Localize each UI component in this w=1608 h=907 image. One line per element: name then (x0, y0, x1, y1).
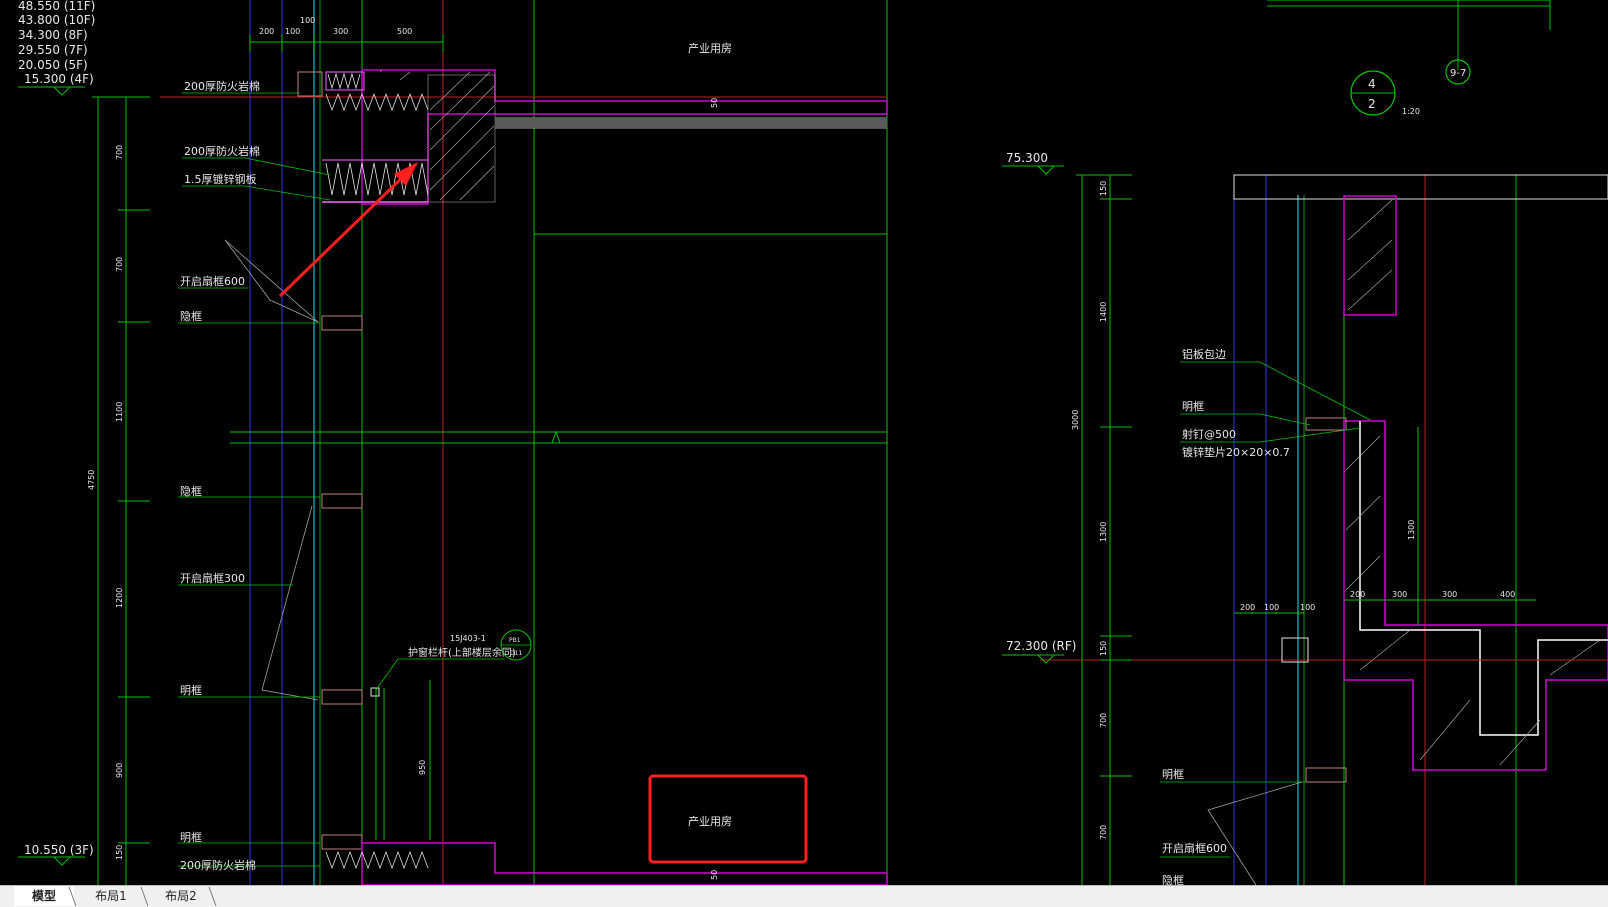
dim-rb-300b: 300 (1442, 590, 1457, 599)
level-10f: 43.800 (10F) (18, 13, 95, 27)
left-section-lines (18, 0, 888, 885)
level-5f: 20.050 (5F) (18, 58, 88, 72)
dim-rb-100a: 100 (1264, 603, 1279, 612)
room-label-bottom: 产业用房 (688, 814, 732, 828)
dim-100a: 100 (285, 27, 300, 36)
right-bottom-dimension-labels: 200 100 100 200 300 300 400 (1240, 590, 1515, 612)
tab-layout-2[interactable]: 布局2 (148, 886, 214, 906)
dim-200: 200 (259, 27, 274, 36)
right-vertical-dimension-labels: 150 1400 3000 1300 150 700 700 1300 (1071, 181, 1416, 840)
tab-model[interactable]: 模型 (14, 886, 74, 906)
dim-r-150b: 150 (1099, 641, 1108, 656)
detail-tag-scale: 1:20 (1402, 107, 1420, 116)
level-8f: 34.300 (8F) (18, 28, 88, 42)
note-hidden-frame-2: 隐框 (180, 485, 202, 498)
dim-50-top: 50 (710, 98, 719, 108)
note-exposed-frame-2: 明框 (180, 831, 202, 844)
level-3f: 10.550 (3F) (24, 843, 94, 857)
layout-tab-bar: 模型 布局1 布局2 (0, 885, 1608, 907)
dim-r-1300: 1300 (1099, 522, 1108, 542)
left-level-labels: 48.550 (11F) 43.800 (10F) 34.300 (8F) 29… (18, 0, 95, 857)
dim-500: 500 (397, 27, 412, 36)
note-railing: 护窗栏杆(上部楼层余同) (408, 646, 516, 659)
note-window-300: 开启扇框300 (180, 571, 245, 585)
note-fireproof-1: 200厚防火岩棉 (184, 79, 260, 93)
note-nail: 射钉@500 (1182, 427, 1236, 441)
dim-rb-400: 400 (1500, 590, 1515, 599)
note-fireproof-3: 200厚防火岩棉 (180, 858, 256, 872)
level-72300-rf: 72.300 (RF) (1006, 639, 1076, 653)
right-level-labels: 75.300 72.300 (RF) (1006, 151, 1076, 653)
note-exposed-frame-1: 明框 (180, 684, 202, 697)
dim-150: 150 (115, 845, 124, 860)
dim-r-700b: 700 (1099, 825, 1108, 840)
dim-rb-300a: 300 (1392, 590, 1407, 599)
note-washer: 镀锌垫片20×20×0.7 (1182, 445, 1290, 459)
note-hidden-frame-r: 隐框 (1162, 874, 1184, 885)
dim-rb-200: 200 (1240, 603, 1255, 612)
dim-r-1300-inner: 1300 (1407, 520, 1416, 540)
dim-r-1400: 1400 (1099, 302, 1108, 322)
note-exposed-frame-r1: 明框 (1182, 400, 1204, 413)
dim-950: 950 (418, 760, 427, 775)
right-section-lines (1002, 0, 1608, 885)
level-11f: 48.550 (11F) (18, 0, 95, 13)
railing-tag-top: PB1 (509, 637, 521, 644)
detail-tag-top: 4 (1368, 77, 1376, 91)
level-7f: 29.550 (7F) (18, 43, 88, 57)
dim-rb-100b: 100 (1300, 603, 1315, 612)
dim-4750: 4750 (87, 470, 96, 490)
tab-layout-1[interactable]: 布局1 (78, 886, 144, 906)
note-steel-plate: 1.5厚镀锌钢板 (184, 172, 257, 186)
dim-300: 300 (333, 27, 348, 36)
dim-700b: 700 (115, 257, 124, 272)
note-aluminum: 铝板包边 (1182, 347, 1226, 361)
dim-1100: 1100 (115, 402, 124, 422)
note-exposed-frame-r2: 明框 (1162, 768, 1184, 781)
note-window-600: 开启扇框600 (180, 274, 245, 288)
detail-tag: 4 2 1:20 9-7 (1368, 68, 1466, 116)
note-hidden-frame-1: 隐框 (180, 310, 202, 323)
note-window-600-r: 开启扇框600 (1162, 841, 1227, 855)
cad-drawing-canvas[interactable]: 48.550 (11F) 43.800 (10F) 34.300 (8F) 29… (0, 0, 1608, 885)
detail-tag-ref: 9-7 (1450, 68, 1466, 79)
detail-tag-bottom: 2 (1368, 97, 1376, 111)
dim-50-bottom: 50 (710, 870, 719, 880)
room-label-top: 产业用房 (688, 41, 732, 55)
dim-900: 900 (115, 763, 124, 778)
dim-r-3000: 3000 (1071, 410, 1080, 430)
dim-r-700a: 700 (1099, 713, 1108, 728)
dim-1200: 1200 (115, 588, 124, 608)
left-annotations: 200厚防火岩棉 200厚防火岩棉 1.5厚镀锌钢板 开启扇框600 隐框 隐框… (180, 79, 522, 872)
dim-r-150a: 150 (1099, 181, 1108, 196)
note-fireproof-2: 200厚防火岩棉 (184, 144, 260, 158)
dim-700a: 700 (115, 145, 124, 160)
note-railing-ref: 15J403-1 (450, 634, 486, 643)
railing-tag-bottom: D11 (510, 650, 522, 657)
dim-rb-200b: 200 (1350, 590, 1365, 599)
dim-100b: 100 (300, 16, 315, 25)
level-4f: 15.300 (4F) (24, 72, 94, 86)
level-75300: 75.300 (1006, 151, 1048, 165)
